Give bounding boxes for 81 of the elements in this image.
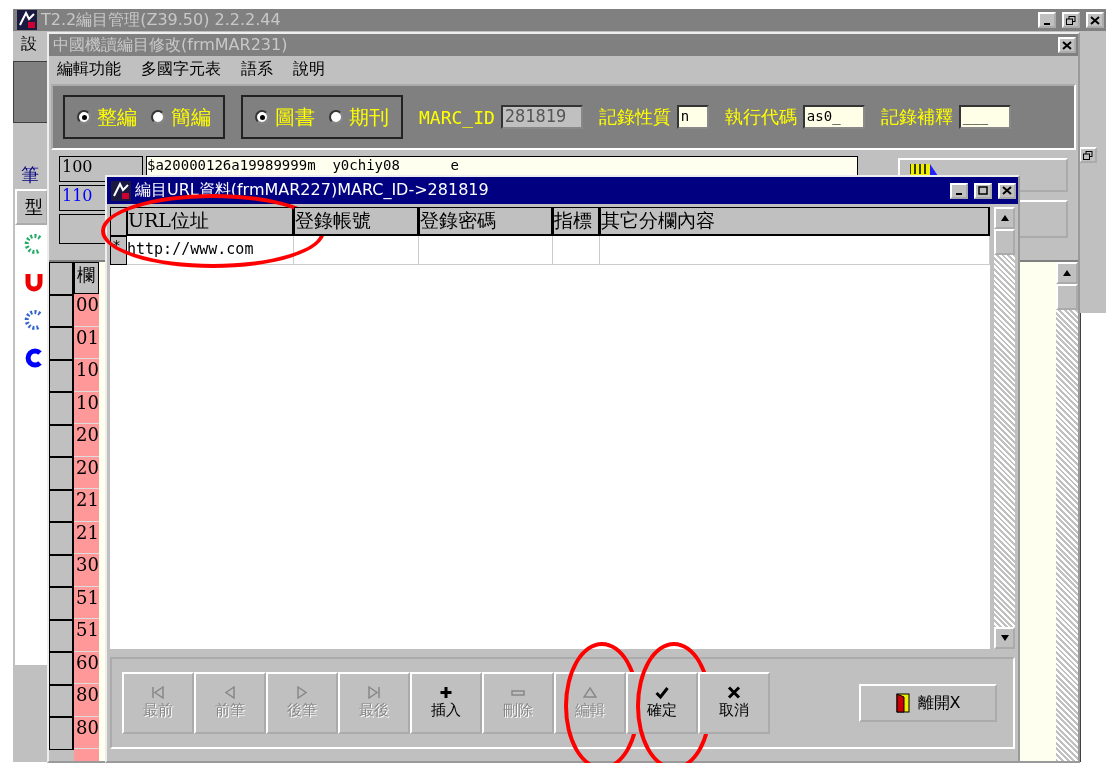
row-header[interactable] [49, 652, 74, 685]
row-header[interactable] [49, 684, 74, 717]
close-icon [727, 686, 741, 699]
close-icon [1062, 40, 1072, 50]
toolbar-button[interactable]: 確定 [626, 672, 698, 734]
column-header: 登錄密碼 [419, 207, 553, 236]
column-header: 其它分欄內容 [600, 207, 990, 236]
minimize-button[interactable] [950, 182, 968, 199]
column-header: URL位址 [127, 207, 294, 236]
scrollbar-thumb[interactable] [1056, 284, 1078, 310]
column-header: 登錄帳號 [294, 207, 419, 236]
row-header[interactable] [49, 587, 74, 620]
radio-button[interactable]: 期刊 [329, 103, 389, 131]
field-label: MARC_ID [419, 106, 495, 128]
check-icon [655, 686, 669, 699]
up-arrow-icon [1062, 269, 1072, 277]
side-label: 筆 [20, 163, 40, 185]
field-label: 執行代碼 [724, 105, 797, 129]
restore-icon [1083, 150, 1093, 160]
radio-button[interactable]: 圖書 [255, 103, 315, 131]
row-header[interactable]: * [110, 236, 127, 265]
toolbar-button[interactable]: 取消 [698, 672, 770, 734]
minimize-button[interactable] [1038, 12, 1056, 28]
row-header [110, 207, 127, 236]
restore-button[interactable] [1062, 12, 1080, 28]
input-field[interactable]: as0_ [802, 105, 865, 129]
menu-item[interactable]: 說明 [293, 58, 325, 80]
close-button[interactable] [1086, 12, 1104, 28]
row-header[interactable] [49, 717, 74, 750]
maximize-button[interactable] [974, 182, 992, 199]
column-header: 欄 [74, 262, 99, 294]
left-triangle-icon [223, 686, 237, 699]
first-icon [151, 686, 165, 699]
input-field[interactable]: ___ [958, 105, 1011, 129]
row-header[interactable] [49, 327, 74, 360]
toolbar-button[interactable]: 插入 [410, 672, 482, 734]
close-button[interactable] [998, 182, 1016, 199]
row-header[interactable] [49, 619, 74, 652]
scroll-up-button[interactable] [1056, 262, 1078, 284]
row-header[interactable] [49, 424, 74, 457]
menu-item[interactable]: 編輯功能 [57, 58, 121, 80]
radio-button[interactable]: 整編 [77, 103, 137, 131]
row-header[interactable] [49, 359, 74, 392]
up-triangle-icon [583, 686, 597, 699]
radio-button[interactable]: 簡編 [151, 103, 211, 131]
restore-icon [1066, 15, 1076, 25]
row-header[interactable] [49, 489, 74, 522]
column-header: 指標 [553, 207, 600, 236]
row-header[interactable] [49, 457, 74, 490]
table-cell [553, 236, 600, 265]
row-header[interactable] [49, 554, 74, 587]
down-arrow-icon [999, 634, 1010, 642]
last-icon [367, 686, 381, 699]
window-title: T2.2編目管理(Z39.50) 2.2.2.44 [41, 9, 282, 31]
input-field[interactable]: n [676, 105, 709, 129]
scroll-up-button[interactable] [994, 207, 1015, 229]
close-icon [1090, 15, 1100, 25]
menu-item[interactable]: 設 [21, 33, 37, 55]
panel-background [13, 61, 48, 123]
row-header[interactable] [49, 392, 74, 425]
row-header[interactable] [49, 522, 74, 555]
exit-button[interactable]: 離開X [859, 684, 997, 722]
close-icon [1002, 186, 1012, 195]
menu-item[interactable]: 多國字元表 [141, 58, 221, 80]
field-label: 記錄性質 [598, 105, 671, 129]
scrollbar-thumb[interactable] [994, 229, 1015, 255]
close-button[interactable] [1058, 37, 1076, 53]
right-triangle-icon [295, 686, 309, 699]
field-label: 記錄補釋 [880, 105, 953, 129]
menu-item[interactable]: 語系 [241, 58, 273, 80]
maximize-icon [978, 186, 988, 195]
u-shaped-icon[interactable] [23, 271, 45, 293]
minimize-icon [1044, 22, 1050, 25]
door-icon [895, 693, 910, 713]
plus-icon [439, 686, 453, 699]
window-title: 中國機讀編目修改(frmMAR231) [53, 34, 289, 56]
up-arrow-icon [999, 214, 1010, 222]
app-icon [111, 180, 131, 201]
row-header[interactable] [49, 294, 74, 327]
tag-cell: 100 [59, 156, 143, 182]
scroll-down-button[interactable] [994, 627, 1015, 649]
